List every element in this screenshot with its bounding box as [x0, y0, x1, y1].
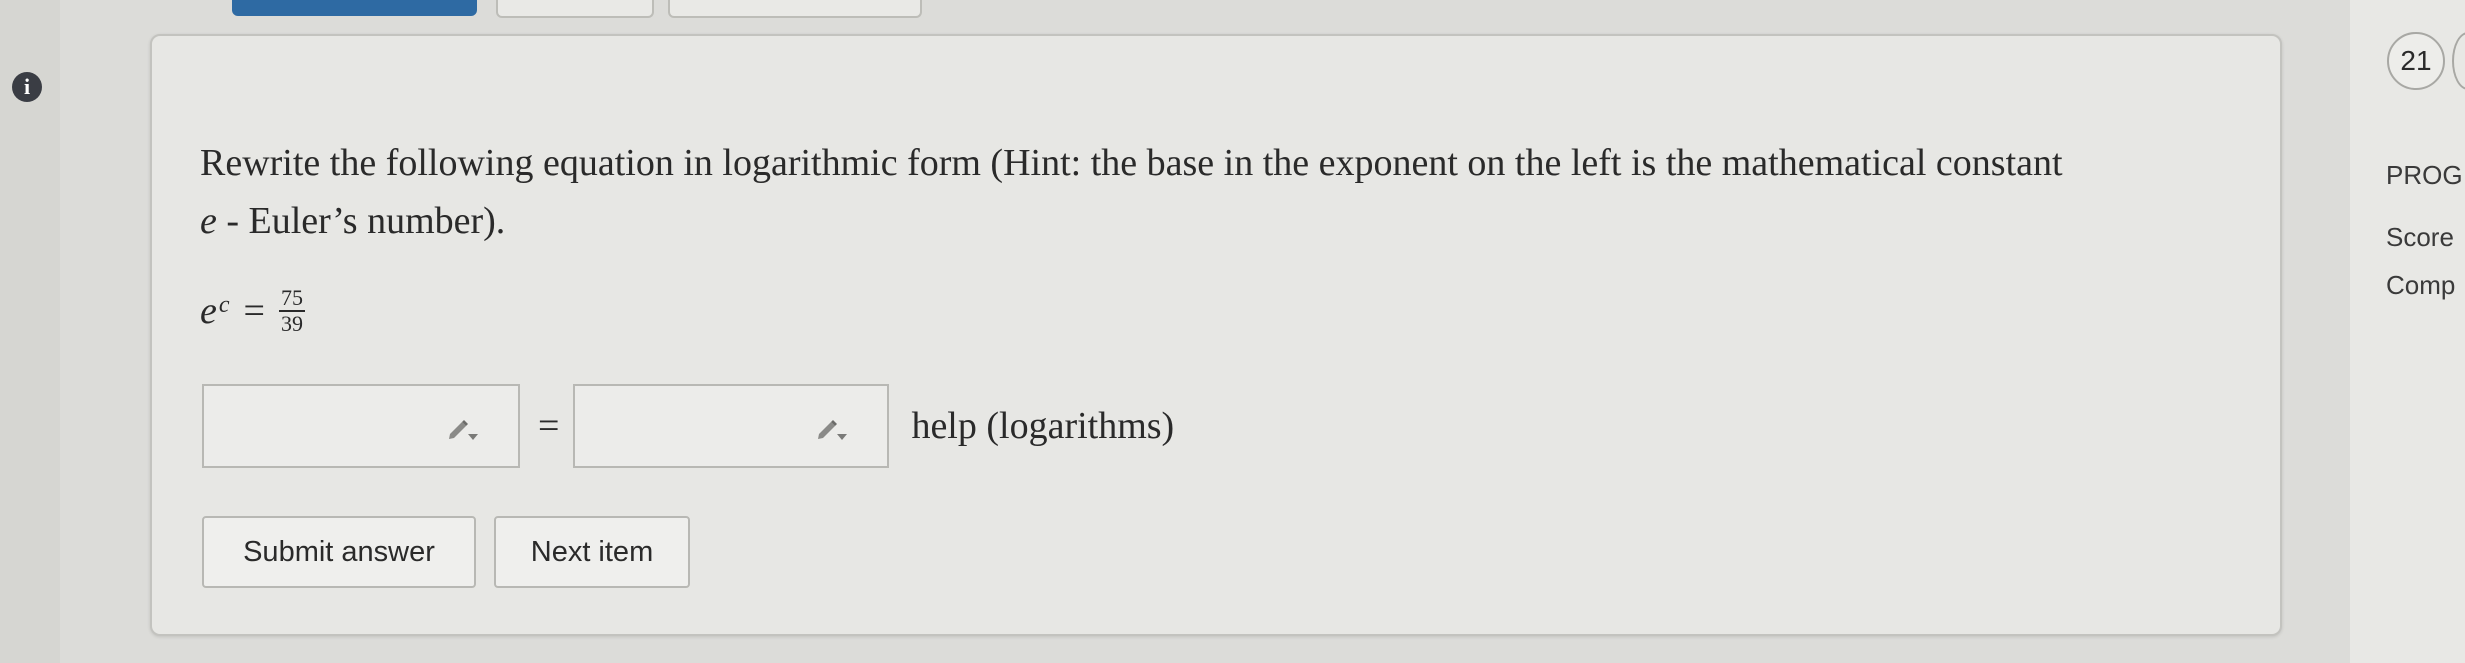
score-label: Score — [2386, 222, 2454, 252]
equation-fraction: 75 39 — [278, 285, 305, 336]
fraction-numerator: 75 — [278, 285, 305, 312]
equation: ec = 75 39 — [200, 286, 305, 336]
equation-equals: = — [243, 290, 265, 332]
tab-active[interactable] — [232, 0, 477, 16]
pencil-dropdown-icon[interactable] — [446, 414, 480, 444]
info-icon[interactable]: i — [12, 72, 42, 102]
pencil-dropdown-icon[interactable] — [815, 414, 849, 444]
prompt-line-1: Rewrite the following equation in logari… — [200, 142, 2063, 184]
answer-input-left[interactable] — [202, 384, 520, 468]
prompt-line-2: - Euler’s number). — [216, 200, 506, 242]
top-tabs — [0, 0, 2465, 20]
completed-label: Comp — [2386, 270, 2456, 300]
prompt-e-symbol: e — [200, 200, 217, 242]
progress-label: PROG — [2386, 160, 2463, 190]
next-item-button[interactable]: Next item — [494, 516, 690, 588]
question-card: Rewrite the following equation in logari… — [150, 34, 2282, 636]
question-number-badge[interactable]: 21 — [2387, 32, 2445, 90]
fraction-denominator: 39 — [280, 311, 303, 336]
right-panel — [2350, 0, 2465, 663]
submit-answer-button[interactable]: Submit answer — [202, 516, 476, 588]
answer-input-right[interactable] — [573, 384, 890, 468]
tab-2[interactable] — [496, 0, 654, 18]
answer-equals: = — [538, 405, 560, 447]
tab-3[interactable] — [668, 0, 922, 18]
equation-base: e — [200, 290, 217, 332]
equation-exponent: c — [218, 291, 230, 318]
help-logarithms-link[interactable]: help (logarithms) — [911, 404, 1174, 448]
question-prompt: Rewrite the following equation in logari… — [200, 134, 2240, 250]
answer-row: = help (logarithms) — [202, 382, 1174, 470]
